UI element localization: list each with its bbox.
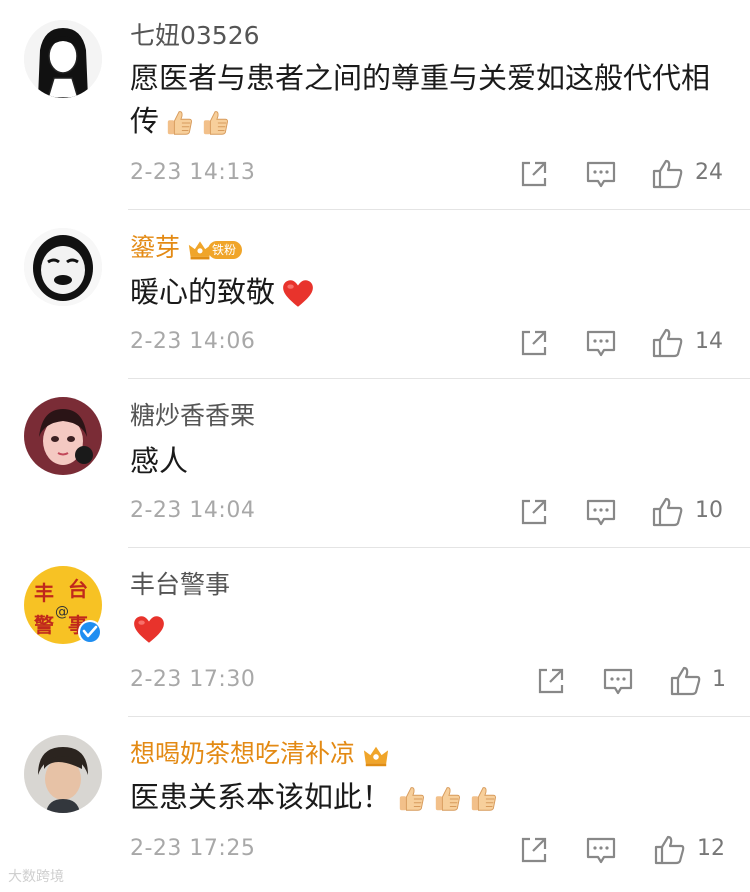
comment-meta: 2-23 14:13 24 <box>130 156 723 192</box>
comment-text <box>130 607 720 650</box>
avatar[interactable] <box>24 397 102 475</box>
comment-text-content: 暖心的致敬 <box>130 275 276 309</box>
verified-icon <box>78 620 102 644</box>
comment-meta: 2-23 17:25 12 <box>130 832 725 868</box>
username[interactable]: 丰台警事 <box>130 569 230 601</box>
username[interactable]: 七妞03526 <box>130 20 260 52</box>
avatar[interactable] <box>24 228 102 306</box>
timestamp: 2-23 14:04 <box>130 498 256 523</box>
crown-badge-icon <box>363 744 389 768</box>
avatar-logo-text: @ <box>55 604 69 620</box>
avatar-logo-text: 台 <box>68 577 88 601</box>
like-count: 10 <box>695 498 723 523</box>
divider <box>128 378 750 379</box>
fan-badge: 铁粉 <box>188 233 243 265</box>
comment-meta: 2-23 17:30 1 <box>130 663 726 699</box>
like-count: 12 <box>697 836 725 861</box>
comment-meta: 2-23 14:06 14 <box>130 325 723 361</box>
comment-text: 感人 <box>130 444 189 478</box>
comment-text: 愿医者与患者之间的尊重与关爱如这般代代相传 <box>130 57 720 143</box>
like-count: 1 <box>712 667 726 692</box>
repost-icon[interactable] <box>516 494 552 530</box>
watermark: 大数跨境 <box>8 869 64 885</box>
avatar-logo-text: 丰 <box>34 581 54 605</box>
comment-icon[interactable] <box>583 156 619 192</box>
like-icon[interactable] <box>650 325 686 361</box>
comment-icon[interactable] <box>583 494 619 530</box>
comment-icon[interactable] <box>583 325 619 361</box>
heart-emoji <box>281 277 315 311</box>
avatar-logo-text: 警 <box>34 613 54 637</box>
timestamp: 2-23 17:25 <box>130 836 256 861</box>
repost-icon[interactable] <box>516 156 552 192</box>
username-text: 想喝奶茶想吃清补凉 <box>130 739 356 768</box>
thumbs-up-emoji <box>397 784 427 814</box>
comment-icon[interactable] <box>600 663 636 699</box>
heart-emoji <box>132 613 166 647</box>
comment-text-content: 医患关系本该如此！ <box>130 780 392 814</box>
thumbs-up-emoji <box>201 108 231 138</box>
repost-icon[interactable] <box>516 325 552 361</box>
like-icon[interactable] <box>652 832 688 868</box>
repost-icon[interactable] <box>516 832 552 868</box>
badge-label: 铁粉 <box>208 241 243 259</box>
fan-badge <box>363 739 389 771</box>
timestamp: 2-23 17:30 <box>130 667 256 692</box>
like-count: 14 <box>695 329 723 354</box>
comment-meta: 2-23 14:04 10 <box>130 494 723 530</box>
comment-icon[interactable] <box>583 832 619 868</box>
thumbs-up-emoji <box>165 108 195 138</box>
comment-text: 医患关系本该如此！ <box>130 776 720 819</box>
avatar[interactable] <box>24 735 102 813</box>
avatar[interactable]: 丰 台 警 事 @ <box>24 566 102 644</box>
divider <box>128 547 750 548</box>
username[interactable]: 想喝奶茶想吃清补凉 <box>130 738 389 771</box>
comment-text: 暖心的致敬 <box>130 271 720 314</box>
username-text: 鎏芽 <box>130 233 181 262</box>
like-count: 24 <box>695 160 723 185</box>
username[interactable]: 糖炒香香栗 <box>130 400 255 432</box>
avatar[interactable] <box>24 20 102 98</box>
repost-icon[interactable] <box>533 663 569 699</box>
divider <box>128 209 750 210</box>
timestamp: 2-23 14:13 <box>130 160 256 185</box>
like-icon[interactable] <box>650 156 686 192</box>
timestamp: 2-23 14:06 <box>130 329 256 354</box>
like-icon[interactable] <box>650 494 686 530</box>
thumbs-up-emoji <box>469 784 499 814</box>
username[interactable]: 鎏芽 铁粉 <box>130 232 243 265</box>
divider <box>128 716 750 717</box>
like-icon[interactable] <box>668 663 704 699</box>
thumbs-up-emoji <box>433 784 463 814</box>
